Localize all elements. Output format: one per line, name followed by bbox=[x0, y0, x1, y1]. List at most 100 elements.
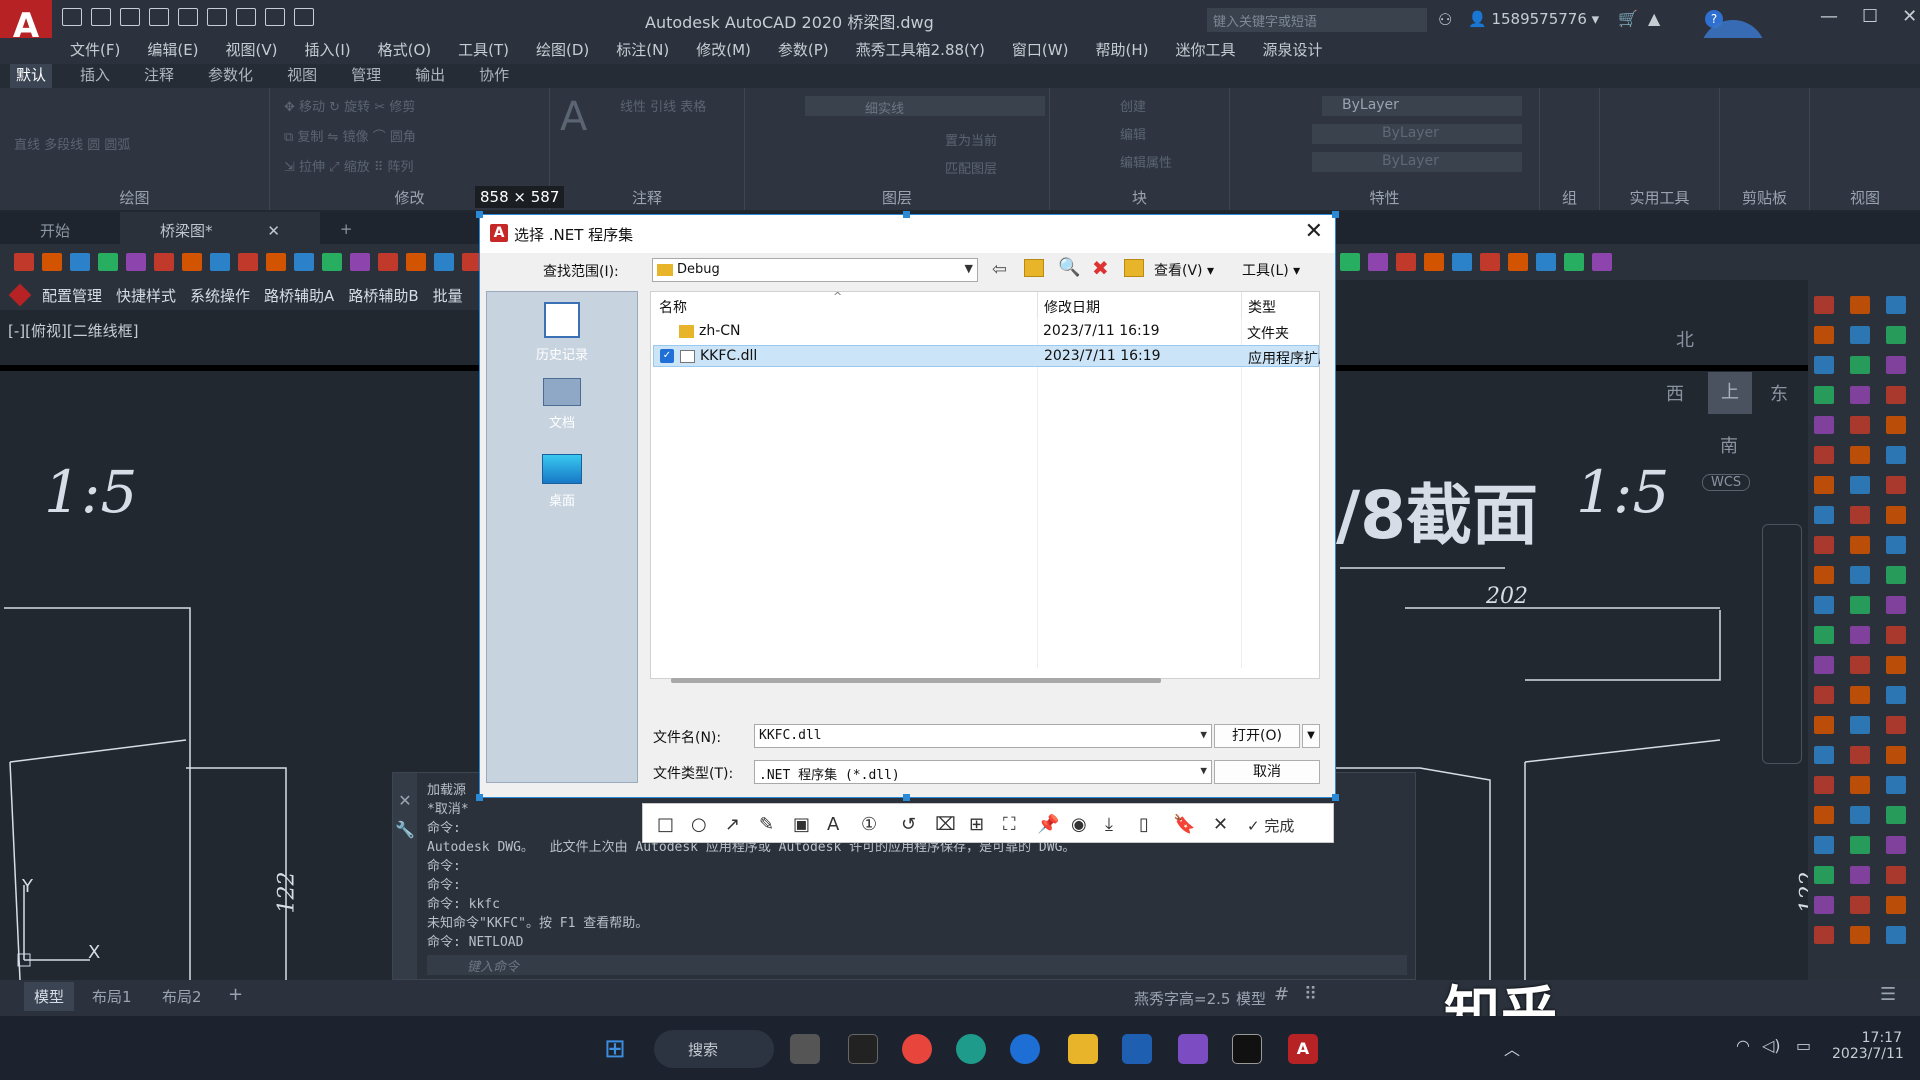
menu-item[interactable]: 插入(I) bbox=[305, 38, 351, 66]
ribbon-tab[interactable]: 默认 bbox=[10, 64, 52, 88]
plugin-tool-icon[interactable] bbox=[1886, 926, 1906, 944]
menu-item[interactable]: 编辑(E) bbox=[147, 38, 198, 66]
ribbon-tab[interactable]: 注释 bbox=[138, 64, 180, 88]
plugin-tool-icon[interactable] bbox=[1886, 476, 1906, 494]
filetype-dropdown[interactable]: .NET 程序集 (*.dll) ▼ bbox=[754, 760, 1212, 784]
snip-handle[interactable] bbox=[476, 211, 483, 218]
plugin-tool-icon[interactable] bbox=[1850, 836, 1870, 854]
battery-icon[interactable]: ▭ bbox=[1796, 1036, 1811, 1055]
plugin-tool-icon[interactable] bbox=[1814, 686, 1834, 704]
menu-item[interactable]: 燕秀工具箱2.88(Y) bbox=[856, 38, 985, 66]
lineweight-dropdown[interactable]: ByLayer bbox=[1312, 152, 1522, 172]
plugin-tool-icon[interactable] bbox=[1850, 596, 1870, 614]
file-row[interactable]: zh-CN2023/7/11 16:19文件夹 bbox=[653, 321, 1319, 343]
plugin-tool-icon[interactable] bbox=[1850, 776, 1870, 794]
plugin-tool-icon[interactable] bbox=[126, 253, 146, 271]
command-window-handle[interactable]: ✕ 🔧 bbox=[393, 773, 417, 979]
menu-item[interactable]: 参数(P) bbox=[778, 38, 829, 66]
plugin-tool-icon[interactable] bbox=[1850, 626, 1870, 644]
plugin-tool-icon[interactable] bbox=[1850, 866, 1870, 884]
column-header-name[interactable]: 名称 bbox=[659, 292, 687, 318]
cart-icon[interactable]: 🛒 bbox=[1618, 9, 1638, 28]
plugin-tool-icon[interactable] bbox=[1886, 896, 1906, 914]
layer-dropdown[interactable]: 细实线 bbox=[805, 96, 1045, 116]
snip-handle[interactable] bbox=[476, 794, 483, 801]
delete-icon[interactable]: ✖ bbox=[1092, 256, 1109, 280]
plugin-tool-icon[interactable] bbox=[238, 253, 258, 271]
ribbon-tab[interactable]: 参数化 bbox=[202, 64, 259, 88]
mosaic-icon[interactable]: ▣ bbox=[793, 814, 810, 835]
open-file-icon[interactable] bbox=[91, 8, 111, 26]
tab-model[interactable]: 模型 bbox=[24, 982, 74, 1011]
lookin-dropdown[interactable]: Debug ▼ bbox=[652, 258, 978, 282]
menu-item[interactable]: 工具(T) bbox=[458, 38, 509, 66]
plugin-tool-icon[interactable] bbox=[1850, 566, 1870, 584]
save-icon[interactable] bbox=[120, 8, 140, 26]
plugin-tool-icon[interactable] bbox=[1850, 716, 1870, 734]
open-options-dropdown[interactable]: ▼ bbox=[1302, 724, 1320, 748]
plugin-tool-icon[interactable] bbox=[1814, 776, 1834, 794]
close-icon[interactable]: ✕ bbox=[1902, 6, 1917, 27]
plugin-tool-icon[interactable] bbox=[406, 253, 426, 271]
plugin-tool-icon[interactable] bbox=[350, 253, 370, 271]
viewport-label[interactable]: [-][俯视][二维线框] bbox=[8, 320, 139, 341]
plugin-tool-icon[interactable] bbox=[1814, 446, 1834, 464]
taskbar-search[interactable]: 搜索 bbox=[654, 1030, 774, 1068]
plugin-menu-item[interactable]: 路桥辅助A bbox=[264, 285, 334, 306]
ribbon-tab[interactable]: 视图 bbox=[281, 64, 323, 88]
plugin-tool-icon[interactable] bbox=[1850, 656, 1870, 674]
plugin-tool-icon[interactable] bbox=[1850, 746, 1870, 764]
plugin-tool-icon[interactable] bbox=[1814, 806, 1834, 824]
chrome-icon[interactable] bbox=[902, 1034, 932, 1064]
plot-icon[interactable] bbox=[178, 8, 198, 26]
terminal-icon[interactable] bbox=[848, 1034, 878, 1064]
plugin-tool-icon[interactable] bbox=[1886, 626, 1906, 644]
number-icon[interactable]: ① bbox=[861, 814, 877, 835]
plugin-tool-icon[interactable] bbox=[1850, 476, 1870, 494]
snip-handle[interactable] bbox=[903, 211, 910, 218]
text-height-status[interactable]: 燕秀字高=2.5 bbox=[1134, 988, 1230, 1009]
minimize-icon[interactable]: — bbox=[1820, 6, 1838, 27]
done-button[interactable]: ✓ 完成 bbox=[1247, 815, 1294, 836]
plugin-tool-icon[interactable] bbox=[98, 253, 118, 271]
place-desktop[interactable]: 桌面 bbox=[487, 454, 637, 509]
viewcube-south[interactable]: 南 bbox=[1720, 432, 1738, 458]
store-icon[interactable] bbox=[1122, 1034, 1152, 1064]
cancel-snip-icon[interactable]: ✕ bbox=[1213, 814, 1228, 835]
plugin-tool-icon[interactable] bbox=[1886, 386, 1906, 404]
menu-item[interactable]: 迷你工具 bbox=[1175, 38, 1235, 66]
menu-item[interactable]: 格式(O) bbox=[378, 38, 432, 66]
filename-input[interactable]: KKFC.dll ▼ bbox=[754, 724, 1212, 748]
chevron-down-icon[interactable]: ▼ bbox=[1200, 728, 1207, 741]
plugin-tool-icon[interactable] bbox=[1850, 536, 1870, 554]
plugin-tool-icon[interactable] bbox=[1452, 253, 1472, 271]
search-web-icon[interactable]: 🔍 bbox=[1058, 257, 1080, 278]
ribbon-tab[interactable]: 协作 bbox=[473, 64, 515, 88]
plugin-tool-icon[interactable] bbox=[1886, 326, 1906, 344]
column-header-date[interactable]: 修改日期 bbox=[1037, 292, 1100, 318]
scan-icon[interactable]: ⛶ bbox=[1003, 814, 1016, 835]
snip-handle[interactable] bbox=[1332, 211, 1339, 218]
copy-icon[interactable]: ▯ bbox=[1139, 814, 1149, 835]
save-as-icon[interactable] bbox=[149, 8, 169, 26]
tab-layout1[interactable]: 布局1 bbox=[92, 986, 132, 1007]
eraser-icon[interactable]: ⌧ bbox=[935, 814, 956, 835]
plugin-tool-icon[interactable] bbox=[1850, 686, 1870, 704]
text-icon[interactable]: A bbox=[827, 814, 839, 835]
plugin-tool-icon[interactable] bbox=[1814, 356, 1834, 374]
plugin-tool-icon[interactable] bbox=[1850, 326, 1870, 344]
plugin-tool-icon[interactable] bbox=[1564, 253, 1584, 271]
undo-icon[interactable]: ↺ bbox=[901, 814, 916, 835]
plugin-tool-icon[interactable] bbox=[1886, 866, 1906, 884]
plugin-menu-item[interactable]: 系统操作 bbox=[190, 285, 250, 306]
menu-item[interactable]: 修改(M) bbox=[696, 38, 751, 66]
snap-icon[interactable]: ⠿ bbox=[1304, 984, 1317, 1005]
plugin-tool-icon[interactable] bbox=[1396, 253, 1416, 271]
menu-item[interactable]: 窗口(W) bbox=[1012, 38, 1069, 66]
menu-item[interactable]: 绘图(D) bbox=[536, 38, 589, 66]
plugin-tool-icon[interactable] bbox=[1886, 356, 1906, 374]
menu-item[interactable]: 源泉设计 bbox=[1262, 38, 1322, 66]
plugin-tool-icon[interactable] bbox=[1814, 326, 1834, 344]
plugin-tool-icon[interactable] bbox=[1886, 506, 1906, 524]
wcs-menu[interactable]: WCS bbox=[1702, 474, 1750, 491]
